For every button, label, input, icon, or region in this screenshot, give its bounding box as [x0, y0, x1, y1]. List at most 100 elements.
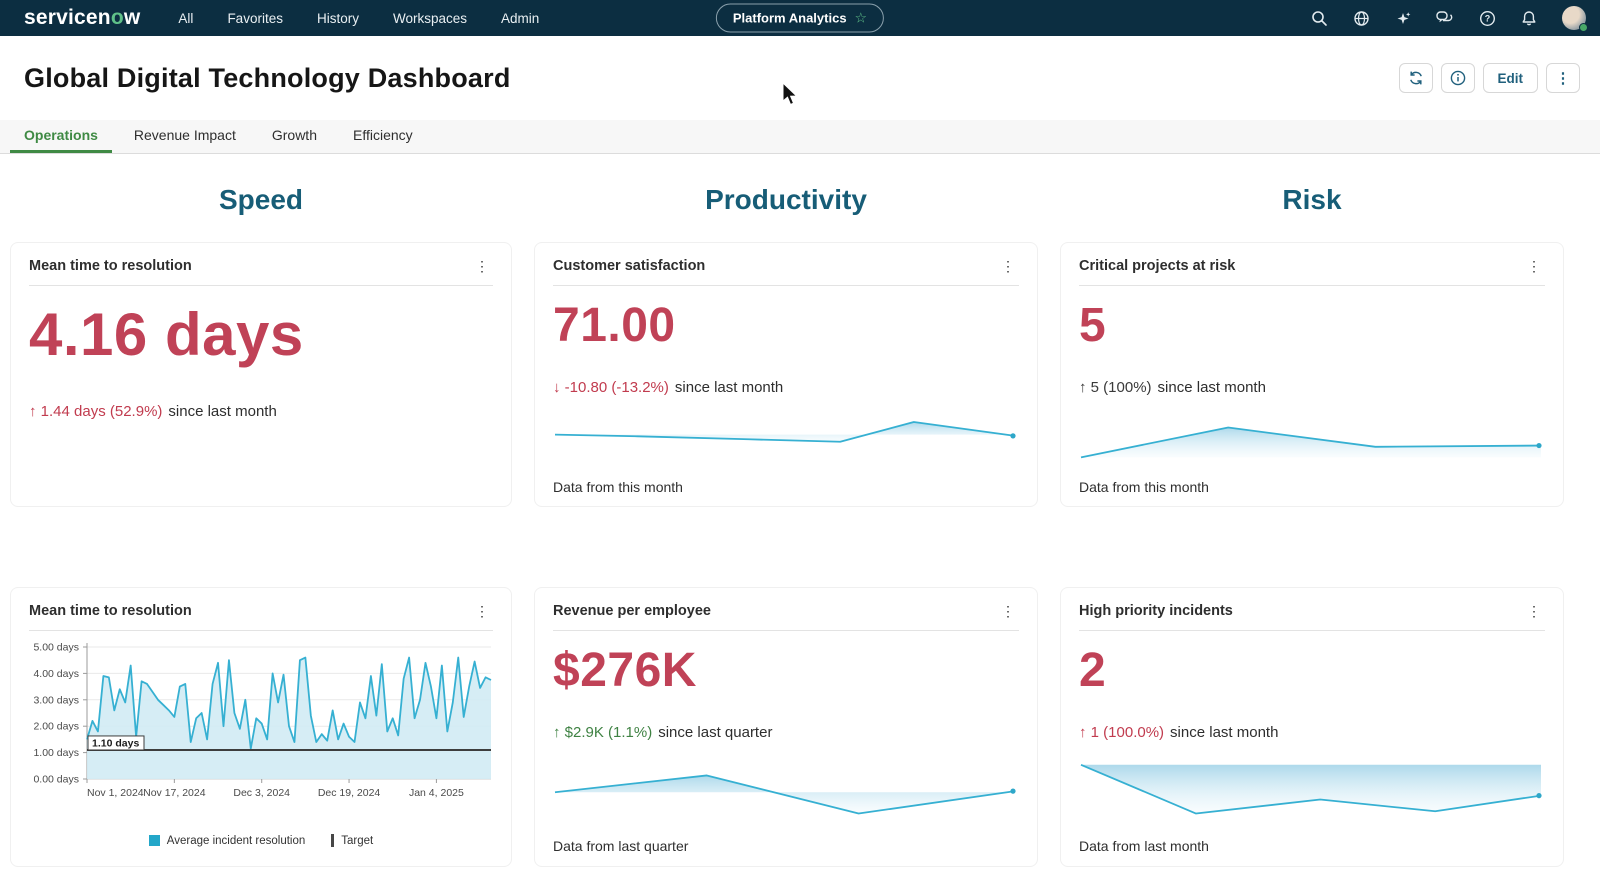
divider — [29, 285, 493, 286]
metric-value: $276K — [553, 643, 1019, 698]
svg-text:Dec 19, 2024: Dec 19, 2024 — [318, 787, 381, 799]
delta-change: ↑ $2.9K (1.1%) — [553, 724, 652, 741]
metric-delta: ↑ 1 (100.0%) since last month — [1079, 724, 1545, 741]
card-mean-time-to-resolution: Mean time to resolution ⋮ 4.16 days ↑ 1.… — [10, 242, 512, 507]
cards-row-1: Mean time to resolution ⋮ 4.16 days ↑ 1.… — [10, 242, 1600, 507]
column-heading-productivity: Productivity — [534, 184, 1038, 216]
card-revenue-per-employee: Revenue per employee ⋮ $276K ↑ $2.9K (1.… — [534, 587, 1038, 867]
notifications-bell-icon[interactable] — [1520, 9, 1538, 27]
card-title: Critical projects at risk — [1079, 258, 1235, 274]
card-title: Customer satisfaction — [553, 258, 705, 274]
card-kebab-icon[interactable]: ⋮ — [997, 602, 1019, 620]
ai-sparkle-icon[interactable] — [1394, 9, 1412, 27]
info-button[interactable] — [1441, 63, 1475, 93]
svg-text:Nov 1, 2024: Nov 1, 2024 — [87, 787, 144, 799]
delta-suffix: since last month — [1170, 724, 1278, 741]
card-title: High priority incidents — [1079, 603, 1233, 619]
card-kebab-icon[interactable]: ⋮ — [1523, 257, 1545, 275]
edit-button[interactable]: Edit — [1483, 63, 1539, 93]
metric-delta: ↑ 1.44 days (52.9%) since last month — [29, 403, 493, 420]
card-customer-satisfaction: Customer satisfaction ⋮ 71.00 ↓ -10.80 (… — [534, 242, 1038, 507]
card-title: Mean time to resolution — [29, 603, 192, 619]
delta-suffix: since last month — [1158, 379, 1266, 396]
card-title: Revenue per employee — [553, 603, 711, 619]
card-high-priority-incidents: High priority incidents ⋮ 2 ↑ 1 (100.0%)… — [1060, 587, 1564, 867]
nav-item-history[interactable]: History — [317, 11, 359, 26]
divider — [29, 630, 493, 631]
delta-suffix: since last month — [675, 379, 783, 396]
svg-text:1.00 days: 1.00 days — [33, 747, 79, 759]
divider — [1079, 630, 1545, 631]
metric-delta: ↑ 5 (100%) since last month — [1079, 379, 1545, 396]
legend-swatch-average — [149, 835, 160, 846]
data-period-caption: Data from this month — [553, 479, 1019, 495]
pill-label: Platform Analytics — [733, 11, 847, 26]
tab-revenue-impact[interactable]: Revenue Impact — [120, 120, 250, 153]
sparkline — [553, 759, 1019, 826]
presence-indicator — [1579, 23, 1588, 32]
divider — [553, 630, 1019, 631]
metric-delta: ↑ $2.9K (1.1%) since last quarter — [553, 724, 1019, 741]
svg-text:Jan 4, 2025: Jan 4, 2025 — [409, 787, 464, 799]
card-kebab-icon[interactable]: ⋮ — [1523, 602, 1545, 620]
card-kebab-icon[interactable]: ⋮ — [471, 602, 493, 620]
divider — [553, 285, 1019, 286]
delta-change: ↓ -10.80 (-13.2%) — [553, 379, 669, 396]
brand-text: servicen — [24, 6, 111, 29]
chart-legend: Average incident resolution Target — [29, 834, 493, 847]
svg-text:0.00 days: 0.00 days — [33, 774, 79, 786]
svg-text:2.00 days: 2.00 days — [33, 721, 79, 733]
delta-change: ↑ 1.44 days (52.9%) — [29, 403, 162, 420]
kebab-icon: ⋮ — [1556, 71, 1571, 86]
nav-item-workspaces[interactable]: Workspaces — [393, 11, 467, 26]
card-title: Mean time to resolution — [29, 258, 192, 274]
card-kebab-icon[interactable]: ⋮ — [997, 257, 1019, 275]
nav-item-all[interactable]: All — [178, 11, 193, 26]
header-actions: Edit ⋮ — [1399, 63, 1581, 93]
tab-growth[interactable]: Growth — [258, 120, 331, 153]
cards-row-2: Mean time to resolution ⋮ 0.00 days 1.00 … — [10, 587, 1600, 867]
help-icon[interactable]: ? — [1478, 9, 1496, 27]
metric-value: 5 — [1079, 298, 1545, 353]
svg-text:Nov 17, 2024: Nov 17, 2024 — [143, 787, 206, 799]
brand-text-end: w — [124, 6, 141, 29]
favorite-star-icon[interactable]: ☆ — [855, 10, 868, 27]
delta-suffix: since last quarter — [658, 724, 772, 741]
column-heading-speed: Speed — [10, 184, 512, 216]
globe-icon[interactable] — [1352, 9, 1370, 27]
tab-efficiency[interactable]: Efficiency — [339, 120, 427, 153]
page-title: Global Digital Technology Dashboard — [24, 63, 511, 94]
header-kebab-button[interactable]: ⋮ — [1546, 63, 1580, 93]
card-kebab-icon[interactable]: ⋮ — [471, 257, 493, 275]
user-avatar[interactable] — [1562, 6, 1586, 30]
metric-value: 4.16 days — [29, 300, 493, 369]
nav-item-favorites[interactable]: Favorites — [227, 11, 283, 26]
card-critical-projects-at-risk: Critical projects at risk ⋮ 5 ↑ 5 (100%)… — [1060, 242, 1564, 507]
page-header: Global Digital Technology Dashboard Edit… — [0, 36, 1600, 120]
svg-text:3.00 days: 3.00 days — [33, 694, 79, 706]
servicenow-logo[interactable]: servicenow — [24, 6, 140, 30]
delta-change: ↑ 1 (100.0%) — [1079, 724, 1164, 741]
metric-value: 71.00 — [553, 298, 1019, 353]
chat-icon[interactable] — [1436, 9, 1454, 27]
mttr-chart-svg: 0.00 days1.00 days2.00 days3.00 days4.00… — [29, 639, 495, 827]
legend-label: Average incident resolution — [167, 835, 306, 847]
platform-analytics-pill[interactable]: Platform Analytics ☆ — [716, 4, 884, 33]
delta-suffix: since last month — [168, 403, 276, 420]
search-icon[interactable] — [1310, 9, 1328, 27]
refresh-button[interactable] — [1399, 63, 1433, 93]
column-heading-risk: Risk — [1060, 184, 1564, 216]
nav-item-admin[interactable]: Admin — [501, 11, 539, 26]
data-period-caption: Data from this month — [1079, 479, 1545, 495]
nav-menu: All Favorites History Workspaces Admin — [178, 11, 539, 26]
svg-text:Dec 3, 2024: Dec 3, 2024 — [233, 787, 290, 799]
tab-operations[interactable]: Operations — [10, 120, 112, 153]
legend-label: Target — [341, 835, 373, 847]
top-nav: servicenow All Favorites History Workspa… — [0, 0, 1600, 36]
sparkline — [1079, 414, 1545, 467]
dashboard-content: Speed Productivity Risk Mean time to res… — [0, 184, 1600, 867]
metric-delta: ↓ -10.80 (-13.2%) since last month — [553, 379, 1019, 396]
legend-swatch-target — [331, 834, 334, 847]
brand-o-mark: o — [111, 6, 124, 29]
svg-text:?: ? — [1484, 13, 1490, 23]
